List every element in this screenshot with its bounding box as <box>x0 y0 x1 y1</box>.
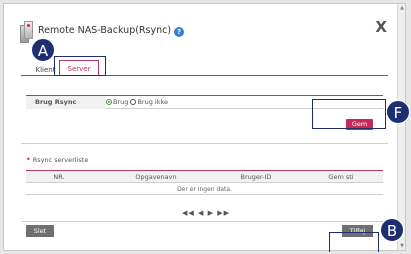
annotation-frame-b <box>329 232 379 252</box>
server-list-title: • Rsync serverliste <box>26 155 89 164</box>
scroll-up-icon[interactable]: ▲ <box>399 5 405 11</box>
radio-unselected-icon[interactable] <box>130 99 137 105</box>
annotation-frame-f <box>312 99 386 129</box>
help-icon[interactable]: ? <box>174 27 185 37</box>
footer-divider <box>21 221 388 222</box>
col-gem-sti: Gem sti <box>328 173 354 181</box>
section-divider <box>21 143 388 144</box>
delete-button[interactable]: Slet <box>26 225 54 237</box>
annotation-badge-b: B <box>380 218 404 242</box>
brug-rsync-options: Brug Brug ikke <box>106 96 168 109</box>
server-table-header: NR. Opgavenavn Bruger-ID Gem sti <box>26 170 383 183</box>
brug-rsync-label: Brug Rsync <box>26 96 106 109</box>
bullet-icon: • <box>26 155 31 164</box>
scroll-down-icon[interactable]: ▼ <box>399 243 405 249</box>
close-icon[interactable]: X <box>375 18 387 36</box>
annotation-badge-a: A <box>31 38 55 62</box>
nas-device-icon <box>20 21 34 43</box>
empty-table-message: Der er ingen data. <box>26 184 383 195</box>
scrollbar[interactable]: ▲ ▼ <box>397 4 405 250</box>
dialog-title: Remote NAS-Backup(Rsync)? <box>38 25 185 37</box>
annotation-badge-f: F <box>386 100 410 124</box>
col-bruger-id: Bruger-ID <box>240 173 272 181</box>
col-nr: NR. <box>53 173 65 181</box>
col-opgavenavn: Opgavenavn <box>135 173 177 181</box>
radio-brug-ikke[interactable]: Brug ikke <box>130 98 168 106</box>
pagination[interactable]: ◀◀ ◀ ▶ ▶▶ <box>182 209 230 217</box>
dialog-title-text: Remote NAS-Backup(Rsync) <box>38 25 172 36</box>
radio-selected-icon[interactable] <box>106 99 112 105</box>
radio-brug[interactable]: Brug <box>106 98 128 106</box>
annotation-frame-a <box>54 56 106 76</box>
